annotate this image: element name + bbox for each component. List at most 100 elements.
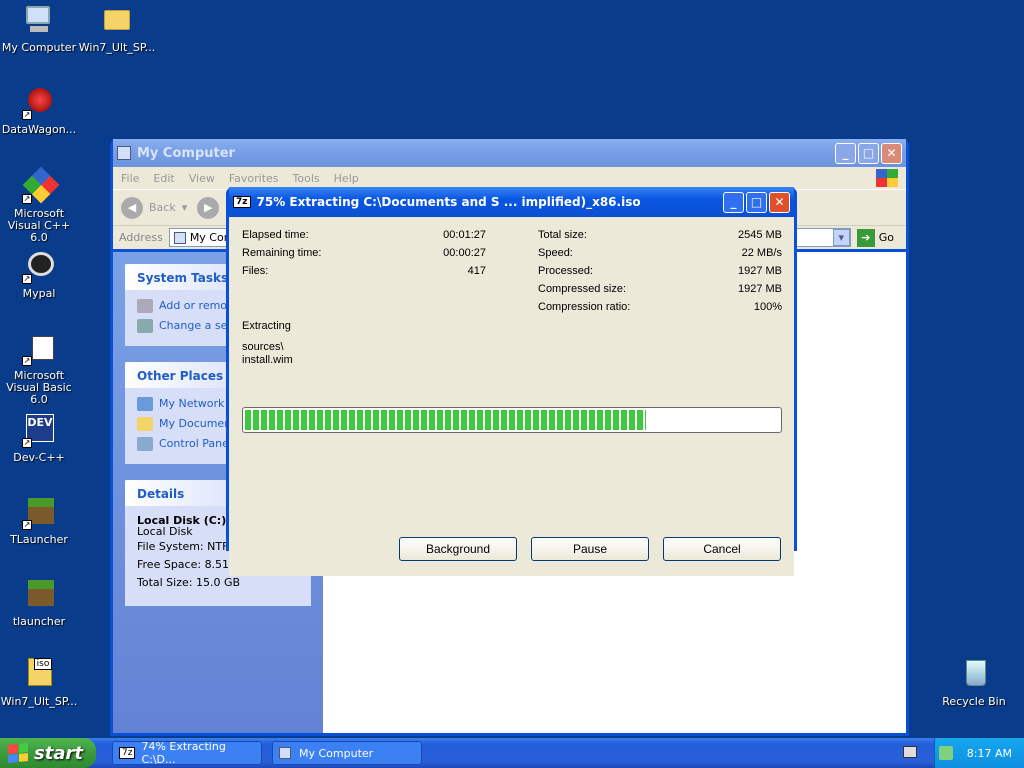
pause-button[interactable]: Pause: [531, 537, 649, 561]
compressed-size-row: Compressed size: 1927 MB: [538, 283, 782, 301]
menu-file[interactable]: File: [121, 172, 139, 185]
files-value: 417: [467, 265, 486, 277]
desktop-icon-label: Microsoft Visual C++ 6.0: [7, 207, 71, 244]
address-label: Address: [119, 231, 163, 244]
mypal-icon: ↗: [22, 250, 56, 284]
elapsed-label: Elapsed time:: [242, 229, 309, 241]
minimize-button[interactable]: _: [723, 191, 744, 213]
desktop-icon-label: tlauncher: [12, 615, 66, 628]
remaining-value: 00:00:27: [443, 247, 486, 259]
datawagon-icon: ↗: [22, 86, 56, 120]
desktop-icon-visual-cpp[interactable]: ↗ Microsoft Visual C++ 6.0: [0, 166, 79, 244]
go-button[interactable]: Go: [879, 231, 894, 244]
menu-help[interactable]: Help: [334, 172, 359, 185]
address-dropdown-icon[interactable]: ▾: [832, 229, 850, 246]
status-label: Extracting: [242, 320, 291, 332]
keyboard-icon[interactable]: [903, 746, 917, 758]
start-label: start: [34, 742, 83, 764]
minimize-button[interactable]: _: [835, 142, 856, 164]
7zip-icon: 7z: [119, 747, 136, 759]
desktop-icon-my-computer[interactable]: My Computer: [0, 4, 79, 54]
forward-icon[interactable]: ▶: [197, 196, 220, 219]
desktop-icon-label: TLauncher: [10, 533, 68, 546]
desktop-icon-win7-folder[interactable]: Win7_Ult_SP...: [77, 4, 157, 54]
close-button[interactable]: ✕: [769, 191, 790, 213]
files-row: Files: 417: [242, 265, 486, 283]
clock[interactable]: 8:17 AM: [967, 747, 1012, 760]
add-remove-icon: [137, 299, 153, 313]
menu-edit[interactable]: Edit: [153, 172, 174, 185]
speed-label: Speed:: [538, 247, 573, 259]
iso-file-icon: iso: [22, 658, 56, 692]
network-icon: [137, 397, 153, 411]
devcpp-icon: DEV ↗: [22, 414, 54, 448]
windows-logo-icon: [876, 169, 898, 187]
my-computer-icon: [22, 4, 56, 38]
desktop-icon-label: Win7_Ult_SP...: [78, 41, 156, 54]
visual-cpp-icon: ↗: [22, 166, 60, 204]
processed-value: 1927 MB: [737, 265, 782, 277]
desktop-icon-label: DataWagon...: [1, 123, 77, 136]
ratio-label: Compression ratio:: [538, 301, 631, 313]
go-arrow-icon[interactable]: ➔: [856, 228, 875, 247]
desktop-icon-win7-iso[interactable]: iso Win7_Ult_SP...: [0, 658, 79, 708]
processed-label: Processed:: [538, 265, 594, 277]
compressed-size-value: 1927 MB: [737, 283, 782, 295]
close-button[interactable]: ✕: [881, 142, 902, 164]
detail-total-size: Total Size: 15.0 GB: [137, 576, 241, 589]
desktop-icon-recycle-bin[interactable]: Recycle Bin: [934, 658, 1014, 708]
desktop-icon-label: Win7_Ult_SP...: [0, 695, 78, 708]
total-size-label: Total size:: [538, 229, 587, 241]
taskbar-item-my-computer[interactable]: My Computer: [272, 741, 422, 765]
remaining-label: Remaining time:: [242, 247, 322, 259]
ratio-row: Compression ratio: 100%: [538, 301, 782, 319]
desktop-icon-label: Dev-C++: [13, 451, 65, 464]
maximize-button[interactable]: □: [858, 142, 879, 164]
taskbar-item-extracting[interactable]: 7z 74% Extracting C:\D...: [112, 740, 262, 766]
folder-icon: [100, 4, 134, 38]
tlauncher-icon: [22, 578, 56, 612]
taskbar-item-label: 74% Extracting C:\D...: [141, 740, 226, 766]
desktop-icon-mypal[interactable]: ↗ Mypal: [0, 250, 79, 300]
documents-icon: [137, 417, 153, 431]
desktop-icon-devcpp[interactable]: DEV ↗ Dev-C++: [0, 414, 79, 464]
progress-bar: [242, 407, 782, 433]
desktop-icon-label: Recycle Bin: [942, 695, 1006, 708]
my-computer-titlebar[interactable]: My Computer _ □ ✕: [113, 139, 906, 167]
settings-icon: [137, 319, 153, 333]
total-size-row: Total size: 2545 MB: [538, 229, 782, 247]
network-tray-icon[interactable]: [938, 746, 953, 760]
desktop-icon-tlauncher-shortcut[interactable]: ↗ TLauncher: [0, 496, 79, 546]
maximize-button[interactable]: □: [746, 191, 767, 213]
speed-value: 22 MB/s: [741, 247, 782, 259]
dialog-titlebar[interactable]: 7z 75% Extracting C:\Documents and S ...…: [229, 187, 794, 217]
back-dropdown-icon[interactable]: ▾: [182, 201, 188, 214]
cancel-button[interactable]: Cancel: [663, 537, 781, 561]
start-button[interactable]: start: [0, 738, 96, 768]
back-button[interactable]: Back: [149, 201, 176, 214]
menu-favorites[interactable]: Favorites: [229, 172, 279, 185]
path-line1: sources\: [242, 341, 284, 353]
menu-view[interactable]: View: [189, 172, 215, 185]
visual-basic-icon: ↗: [22, 332, 56, 366]
extract-progress-dialog[interactable]: 7z 75% Extracting C:\Documents and S ...…: [226, 187, 797, 576]
back-icon[interactable]: ◀: [121, 196, 143, 219]
path-line2: install.wim: [242, 354, 293, 366]
computer-icon: [173, 231, 186, 244]
windows-flag-icon: [8, 742, 28, 764]
menu-tools[interactable]: Tools: [293, 172, 320, 185]
remaining-row: Remaining time: 00:00:27: [242, 247, 486, 265]
computer-icon: [117, 146, 131, 160]
menu-bar: File Edit View Favorites Tools Help: [113, 167, 906, 189]
computer-icon: [279, 747, 291, 759]
desktop-icon-label: Microsoft Visual Basic 6.0: [6, 369, 72, 406]
desktop-icon-visual-basic[interactable]: ↗ Microsoft Visual Basic 6.0: [0, 332, 79, 406]
desktop-icon-datawagon[interactable]: ↗ DataWagon...: [0, 86, 79, 136]
speed-row: Speed: 22 MB/s: [538, 247, 782, 265]
background-button[interactable]: Background: [399, 537, 517, 561]
window-title: My Computer: [137, 145, 235, 161]
tlauncher-icon: ↗: [22, 496, 56, 530]
recycle-bin-icon: [957, 658, 991, 692]
taskbar-item-label: My Computer: [299, 746, 374, 760]
desktop-icon-tlauncher[interactable]: tlauncher: [0, 578, 79, 628]
